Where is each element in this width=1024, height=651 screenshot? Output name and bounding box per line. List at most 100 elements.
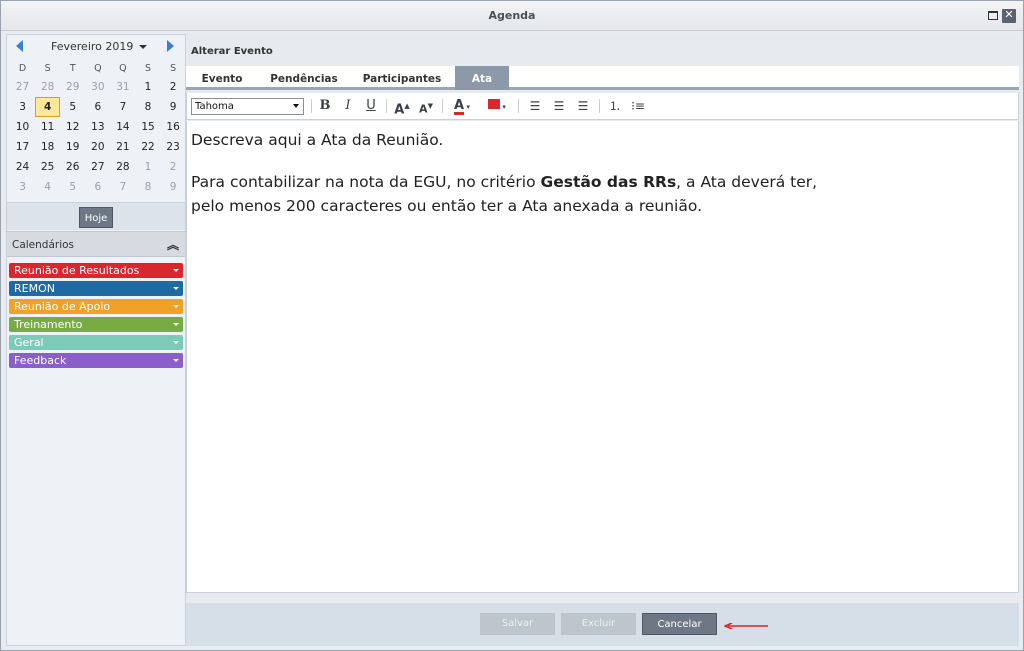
underline-icon[interactable]: U	[363, 97, 379, 115]
calendar-day[interactable]: 1	[135, 77, 160, 97]
chevron-down-icon[interactable]	[173, 287, 179, 290]
calendar-day-today[interactable]: 4	[35, 97, 61, 117]
calendar-day[interactable]: 24	[10, 157, 35, 177]
close-icon[interactable]: ✕	[1002, 9, 1016, 23]
editor-line-2: Para contabilizar na nota da EGU, no cri…	[191, 170, 1014, 194]
highlight-color-icon[interactable]: ▾	[483, 97, 511, 115]
calendar-day[interactable]: 29	[60, 77, 85, 97]
calendar-item[interactable]: Treinamento	[9, 317, 183, 332]
calendar-day[interactable]: 27	[10, 77, 35, 97]
calendar-day[interactable]: 16	[161, 117, 186, 137]
toolbar-divider	[311, 99, 312, 113]
weekday-header: D	[18, 63, 27, 74]
ata-editor[interactable]: Descreva aqui a Ata da Reunião. Para con…	[186, 121, 1019, 593]
next-month-icon[interactable]	[167, 40, 174, 52]
calendar-day[interactable]: 30	[85, 77, 110, 97]
calendar-item[interactable]: REMON	[9, 281, 183, 296]
calendar-day[interactable]: 8	[135, 177, 160, 197]
weekday-header: S	[44, 63, 51, 74]
calendar-day[interactable]: 27	[85, 157, 110, 177]
calendar-day[interactable]: 5	[60, 97, 85, 117]
align-center-icon[interactable]: ☰	[551, 97, 567, 115]
italic-icon[interactable]: I	[340, 97, 356, 115]
today-button[interactable]: Hoje	[79, 207, 113, 228]
calendar-day[interactable]: 10	[10, 117, 35, 137]
calendar-day[interactable]: 13	[85, 117, 110, 137]
calendar-day[interactable]: 31	[110, 77, 135, 97]
calendar-item-label: Reunião de Apoio	[14, 300, 111, 313]
weekday-header: S	[170, 63, 177, 74]
calendar-day[interactable]: 7	[110, 97, 135, 117]
calendar-day[interactable]: 9	[161, 97, 186, 117]
previous-month-icon[interactable]	[16, 40, 23, 52]
calendar-day[interactable]: 1	[135, 157, 160, 177]
chevron-down-icon[interactable]	[173, 359, 179, 362]
calendar-day[interactable]: 3	[10, 177, 35, 197]
bullet-list-icon[interactable]: ⁝≡	[630, 97, 646, 115]
increase-font-icon[interactable]: A▲	[393, 97, 411, 117]
calendar-day[interactable]: 14	[110, 117, 135, 137]
calendar-day[interactable]: 25	[35, 157, 60, 177]
calendar-day[interactable]: 8	[135, 97, 160, 117]
editor-line-3: pelo menos 200 caracteres ou então ter a…	[191, 197, 703, 215]
calendar-day[interactable]: 11	[35, 117, 60, 137]
calendar-day[interactable]: 5	[60, 177, 85, 197]
font-color-icon[interactable]: A ▾	[449, 97, 475, 115]
bold-icon[interactable]: B	[317, 97, 333, 115]
toolbar-divider	[442, 99, 443, 113]
calendars-header[interactable]: Calendários ︽	[7, 231, 185, 257]
calendar-day[interactable]: 26	[60, 157, 85, 177]
tab-participantes[interactable]: Participantes	[356, 66, 448, 90]
calendar-day[interactable]: 28	[35, 77, 60, 97]
action-bar: Salvar Excluir Cancelar	[186, 603, 1019, 646]
calendar-day[interactable]: 7	[110, 177, 135, 197]
calendar-day[interactable]: 19	[60, 137, 85, 157]
calendar-week: 27 28 29 30 31 1 2	[10, 77, 186, 97]
chevron-down-icon[interactable]	[139, 45, 147, 49]
maximize-icon[interactable]	[986, 9, 1000, 23]
delete-button[interactable]: Excluir	[561, 613, 636, 635]
calendar-day[interactable]: 22	[135, 137, 160, 157]
calendar-day[interactable]: 21	[110, 137, 135, 157]
calendar-item[interactable]: Feedback	[9, 353, 183, 368]
save-button[interactable]: Salvar	[480, 613, 555, 635]
calendar-item[interactable]: Geral	[9, 335, 183, 350]
calendar-day[interactable]: 3	[10, 97, 35, 117]
calendar-day[interactable]: 9	[161, 177, 186, 197]
font-family-select[interactable]: Tahoma	[191, 98, 304, 115]
calendar-day[interactable]: 12	[60, 117, 85, 137]
title-bar: Agenda ✕	[1, 1, 1023, 31]
calendar-day[interactable]: 2	[161, 77, 186, 97]
chevron-down-icon[interactable]	[173, 305, 179, 308]
chevron-down-icon[interactable]	[173, 323, 179, 326]
chevron-down-icon[interactable]	[173, 269, 179, 272]
chevron-down-icon[interactable]	[173, 341, 179, 344]
calendar-day[interactable]: 4	[35, 177, 60, 197]
editor-toolbar: Tahoma B I U A▲ A▼ A ▾ ▾ ☰ ☰ ☰ ⒈ ⁝≡	[186, 93, 1019, 120]
calendar-day[interactable]: 23	[161, 137, 186, 157]
align-right-icon[interactable]: ☰	[575, 97, 591, 115]
decrease-font-icon[interactable]: A▼	[417, 97, 435, 116]
calendar-day[interactable]: 6	[85, 97, 110, 117]
calendar-day[interactable]: 20	[85, 137, 110, 157]
numbered-list-icon[interactable]: ⒈	[607, 97, 623, 115]
month-label[interactable]: Fevereiro 2019	[51, 40, 133, 53]
editor-line-1: Descreva aqui a Ata da Reunião.	[191, 131, 444, 149]
calendar-item-label: Reunião de Resultados	[14, 264, 140, 277]
calendar-item[interactable]: Reunião de Apoio	[9, 299, 183, 314]
tab-evento[interactable]: Evento	[191, 66, 253, 90]
event-tabs: Evento Pendências Participantes Ata	[186, 66, 1019, 90]
calendar-day[interactable]: 17	[10, 137, 35, 157]
calendar-day[interactable]: 2	[161, 157, 186, 177]
calendar-day[interactable]: 28	[110, 157, 135, 177]
calendar-day[interactable]: 18	[35, 137, 60, 157]
calendar-day[interactable]: 15	[135, 117, 160, 137]
collapse-icon[interactable]: ︽	[167, 236, 179, 253]
align-left-icon[interactable]: ☰	[527, 97, 543, 115]
tab-ata[interactable]: Ata	[455, 66, 509, 90]
calendar-item[interactable]: Reunião de Resultados	[9, 263, 183, 278]
weekday-header: Q	[119, 63, 127, 74]
calendar-day[interactable]: 6	[85, 177, 110, 197]
cancel-button[interactable]: Cancelar	[642, 613, 717, 635]
tab-pendencias[interactable]: Pendências	[262, 66, 346, 90]
